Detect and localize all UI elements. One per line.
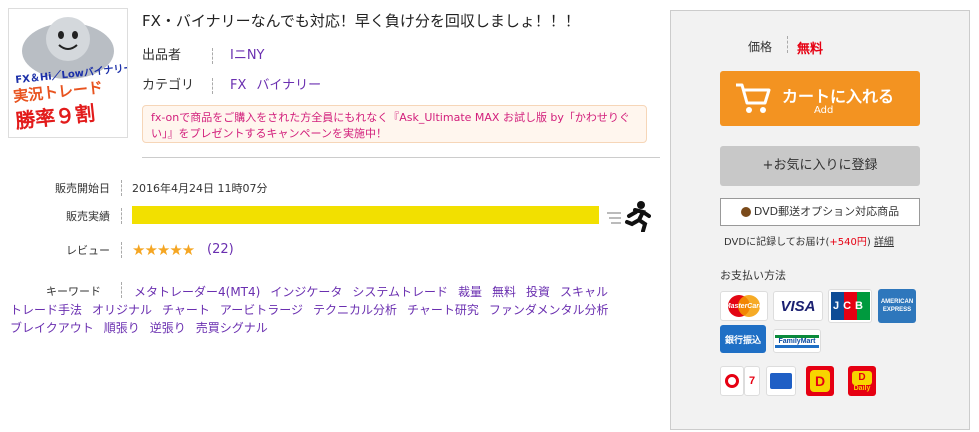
keyword-link[interactable]: 裁量 — [458, 285, 482, 299]
circle-k-icon — [720, 366, 744, 396]
keyword-link[interactable]: トレード手法 — [10, 303, 82, 317]
seven-eleven-icon: 7 — [744, 366, 760, 396]
keyword-link[interactable]: 無料 — [492, 285, 516, 299]
payment-label: お支払い方法 — [720, 269, 786, 282]
promo-banner[interactable]: fx-onで商品をご購入をされた方全員にもれなく『Ask_Ultimate MA… — [142, 105, 647, 143]
mastercard-icon: MasterCard — [720, 291, 768, 321]
review-label: レビュー — [66, 244, 110, 257]
publisher-link[interactable]: IニNY — [230, 48, 265, 63]
amex-icon: AMERICAN EXPRESS — [878, 289, 916, 323]
review-stars: ★★★★★ — [132, 241, 195, 259]
keyword-link[interactable]: テクニカル分析 — [313, 303, 397, 317]
keyword-link[interactable]: 投資 — [526, 285, 550, 299]
bank-transfer-icon: 銀行振込 — [720, 325, 766, 353]
dvd-label: DVD郵送オプション対応商品 — [753, 205, 900, 218]
keyword-link[interactable]: オリジナル — [92, 303, 152, 317]
familymart-icon: FamilyMart — [773, 329, 821, 353]
running-man-icon — [607, 201, 651, 232]
jcb-icon: JCB — [828, 289, 872, 323]
keyword-link[interactable]: インジケータ — [270, 285, 342, 299]
price-value: 無料 — [797, 42, 824, 57]
product-thumbnail[interactable]: FX＆Hi／Lowバイナリー 実況トレード 勝率９割 — [8, 8, 128, 138]
divider — [142, 157, 660, 158]
keyword-link[interactable]: システムトレード — [352, 285, 448, 299]
review-row: レビュー — [0, 242, 130, 258]
keyword-link[interactable]: チャート — [162, 303, 210, 317]
release-row: 販売開始日 2016年4月24日 11時07分 — [0, 180, 400, 196]
dvd-detail-link[interactable]: 詳細 — [874, 237, 894, 248]
add-favorite-button[interactable]: +お気に入りに登録 — [720, 146, 920, 186]
keyword-link[interactable]: ファンダメンタル分析 — [489, 303, 609, 317]
publisher-label: 出品者 — [142, 48, 182, 63]
divider — [787, 36, 789, 53]
keyword-list: メタトレーダー4(MT4) インジケータ システムトレード 裁量 無料 投資 スキャルトレー… — [10, 283, 650, 337]
sales-label: 販売実績 — [66, 210, 110, 223]
keyword-link[interactable]: アービトラージ — [220, 303, 303, 317]
product-title: FX・バイナリーなんでも対応！早く負け分を回収しましょ！！！ — [142, 12, 580, 30]
keyword-link[interactable]: ブレイクアウト — [10, 321, 94, 335]
daily-yamazaki-icon: D Daily — [848, 366, 876, 396]
daily-icon: D — [806, 366, 834, 396]
category-row: カテゴリ FX バイナリー — [142, 74, 331, 94]
dvd-option-badge[interactable]: DVD郵送オプション対応商品 — [720, 198, 920, 226]
cart-icon — [736, 83, 771, 113]
release-value: 2016年4月24日 11時07分 — [132, 182, 268, 195]
keyword-link[interactable]: 順張り — [104, 321, 140, 335]
cart-label: カートに入れる — [782, 87, 895, 106]
category-link-binary[interactable]: バイナリー — [256, 78, 321, 93]
keyword-link[interactable]: 売買シグナル — [196, 321, 268, 335]
visa-icon: VISA — [773, 291, 823, 321]
keyword-link[interactable]: チャート研究 — [407, 303, 479, 317]
review-count-link[interactable]: (22) — [207, 242, 234, 257]
price-label: 価格 — [748, 40, 773, 54]
divider — [121, 242, 123, 258]
keyword-link[interactable]: スキャル — [560, 285, 608, 299]
lawson-icon — [766, 366, 796, 396]
release-label: 販売開始日 — [55, 182, 110, 195]
add-to-cart-button[interactable]: カートに入れる Add — [720, 71, 920, 126]
divider — [121, 180, 123, 196]
keyword-link[interactable]: 逆張り — [150, 321, 186, 335]
dvd-icon — [740, 207, 751, 217]
sales-bar — [132, 206, 599, 224]
publisher-row: 出品者 IニNY — [142, 44, 275, 64]
sales-row: 販売実績 — [0, 208, 130, 224]
divider — [212, 47, 214, 64]
divider — [121, 208, 123, 224]
category-link-fx[interactable]: FX — [230, 78, 246, 93]
dvd-note: DVDに記録してお届け(+540円) 詳細 — [724, 237, 894, 248]
cart-sub-label: Add — [814, 105, 834, 116]
divider — [212, 77, 214, 94]
category-label: カテゴリ — [142, 78, 195, 93]
keyword-link[interactable]: メタトレーダー4(MT4) — [134, 285, 260, 299]
